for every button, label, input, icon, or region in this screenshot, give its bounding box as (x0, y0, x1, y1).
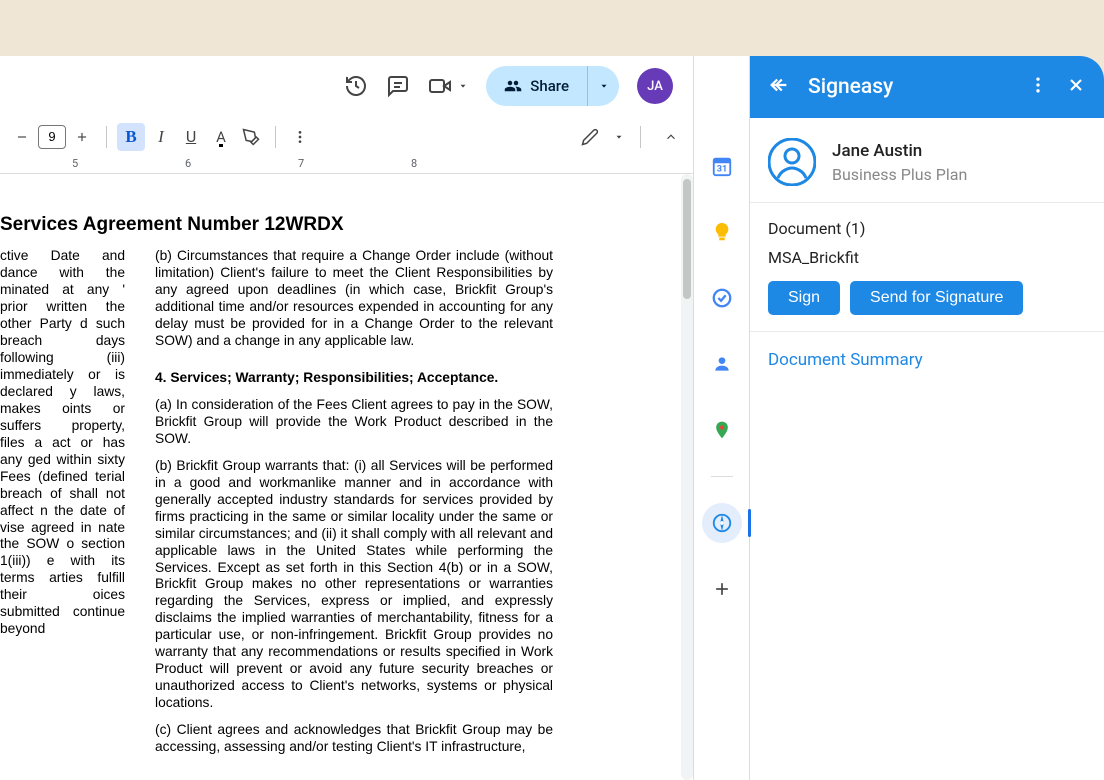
doc-paragraph: (b) Circumstances that require a Change … (155, 248, 553, 350)
app-container: Share JA B I U A (0, 56, 1104, 780)
edit-mode-button[interactable] (576, 123, 604, 151)
calendar-addon-icon[interactable]: 31 (702, 146, 742, 186)
comment-icon[interactable] (386, 74, 410, 98)
highlight-button[interactable] (237, 123, 265, 151)
collapse-toolbar-button[interactable] (657, 123, 685, 151)
doc-paragraph: (a) In consideration of the Fees Client … (155, 397, 553, 448)
doc-paragraph: (b) Brickfit Group warrants that: (i) al… (155, 458, 553, 713)
document-summary-link[interactable]: Document Summary (768, 350, 923, 370)
main-area: Share JA B I U A (0, 56, 693, 780)
meet-button[interactable] (428, 74, 468, 98)
people-icon (504, 77, 522, 95)
signeasy-panel: Signeasy Jane Austin Business Plus Plan … (749, 56, 1104, 780)
document-count: Document (1) (768, 219, 1086, 238)
italic-button[interactable]: I (147, 123, 175, 151)
user-name: Jane Austin (832, 141, 967, 161)
signeasy-header: Signeasy (750, 56, 1104, 118)
ruler: 5 6 7 8 (0, 156, 693, 174)
add-addon-icon[interactable] (702, 569, 742, 609)
history-icon[interactable] (344, 74, 368, 98)
contacts-addon-icon[interactable] (702, 344, 742, 384)
text-color-button[interactable]: A (207, 123, 235, 151)
signeasy-actions: Sign Send for Signature (768, 281, 1086, 315)
font-size-input[interactable] (38, 125, 66, 149)
font-size-decrease[interactable] (8, 123, 36, 151)
ruler-mark: 7 (298, 157, 304, 170)
keep-addon-icon[interactable] (702, 212, 742, 252)
document-right-column: (b) Circumstances that require a Change … (155, 248, 553, 766)
caret-down-icon (458, 81, 468, 91)
caret-down-icon[interactable] (614, 132, 624, 142)
ruler-mark: 8 (411, 157, 417, 170)
share-button-group: Share (486, 66, 619, 106)
font-size-increase[interactable] (68, 123, 96, 151)
share-dropdown[interactable] (587, 66, 619, 106)
toolbar-divider (275, 126, 276, 148)
account-avatar[interactable]: JA (637, 68, 673, 104)
more-format-button[interactable] (286, 123, 314, 151)
side-divider (711, 476, 733, 477)
sign-button[interactable]: Sign (768, 281, 840, 315)
bold-button[interactable]: B (117, 123, 145, 151)
svg-text:31: 31 (716, 165, 727, 175)
document-title: Services Agreement Number 12WRDX (0, 214, 554, 236)
user-avatar-icon (768, 138, 816, 186)
document-name: MSA_Brickfit (768, 248, 1086, 267)
signeasy-title: Signeasy (808, 75, 1010, 99)
scrollbar-thumb[interactable] (683, 179, 691, 299)
user-plan: Business Plus Plan (832, 165, 967, 184)
document-page: Services Agreement Number 12WRDX ctive D… (0, 174, 574, 780)
close-icon[interactable] (1066, 75, 1086, 99)
signeasy-user-info: Jane Austin Business Plus Plan (750, 118, 1104, 203)
caret-down-icon (599, 81, 609, 91)
more-options-icon[interactable] (1028, 75, 1048, 99)
document-left-column: ctive Date and dance with the minated at… (0, 248, 125, 766)
underline-button[interactable]: U (177, 123, 205, 151)
tasks-addon-icon[interactable] (702, 278, 742, 318)
toolbar-divider (640, 126, 641, 148)
vertical-scrollbar[interactable] (681, 174, 693, 780)
side-panel-icons: 31 (693, 56, 749, 780)
send-signature-button[interactable]: Send for Signature (850, 281, 1023, 315)
signeasy-addon-icon[interactable] (702, 503, 742, 543)
top-toolbar: Share JA (0, 56, 693, 116)
maps-addon-icon[interactable] (702, 410, 742, 450)
ruler-mark: 6 (185, 157, 191, 170)
signeasy-summary-section: Document Summary (750, 332, 1104, 388)
signeasy-document-section: Document (1) MSA_Brickfit Sign Send for … (750, 203, 1104, 332)
toolbar-divider (106, 126, 107, 148)
ruler-mark: 5 (72, 157, 78, 170)
doc-paragraph: (c) Client agrees and acknowledges that … (155, 722, 553, 756)
document-scroll-area[interactable]: Services Agreement Number 12WRDX ctive D… (0, 174, 693, 780)
format-toolbar: B I U A (0, 116, 693, 156)
doc-section-heading: 4. Services; Warranty; Responsibilities;… (155, 370, 553, 387)
share-button[interactable]: Share (486, 77, 587, 95)
share-label: Share (530, 77, 569, 95)
back-icon[interactable] (768, 74, 790, 100)
